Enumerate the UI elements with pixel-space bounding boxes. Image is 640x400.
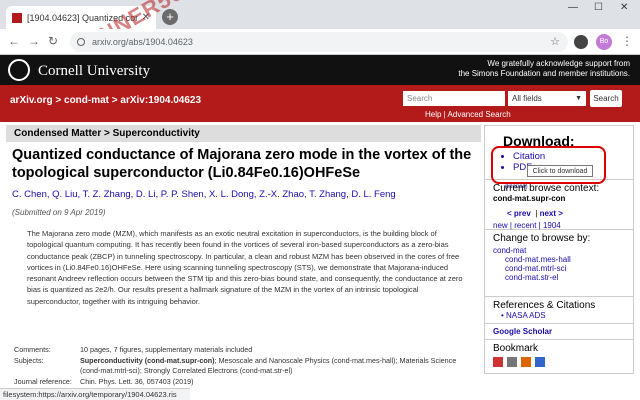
mendeley-icon[interactable] — [507, 357, 517, 367]
bookmark-section: Bookmark — [484, 340, 634, 374]
nasa-ads-label: NASA ADS — [506, 311, 546, 320]
google-scholar-link[interactable]: Google Scholar — [493, 327, 625, 336]
bibsonomy-icon[interactable] — [493, 357, 503, 367]
sciencewise-icon[interactable] — [535, 357, 545, 367]
reload-icon[interactable]: ↻ — [48, 34, 58, 48]
search-input[interactable]: Search — [403, 91, 505, 106]
download-tooltip: Click to download — [527, 165, 593, 177]
cornell-header: Cornell University We gratefully acknowl… — [0, 55, 640, 85]
profile-avatar[interactable]: Bo — [596, 34, 612, 50]
google-scholar-section: Google Scholar — [484, 324, 634, 340]
extension-icon[interactable] — [574, 35, 588, 49]
meta-row-journal: Journal reference: Chin. Phys. Lett. 36,… — [14, 377, 474, 387]
url-text: arxiv.org/abs/1904.04623 — [92, 37, 193, 47]
kebab-menu-icon[interactable]: ⋮ — [621, 34, 633, 48]
breadcrumb[interactable]: arXiv.org > cond-mat > arXiv:1904.04623 — [10, 95, 201, 106]
meta-value: 10 pages, 7 figures, supplementary mater… — [80, 345, 253, 354]
status-bar: filesystem:https://arxiv.org/temporary/1… — [0, 388, 190, 400]
meta-value: Superconductivity (cond-mat.supr-con); M… — [80, 356, 474, 376]
search-button[interactable]: Search — [590, 90, 622, 107]
help-links[interactable]: Help | Advanced Search — [425, 110, 511, 119]
change-link-mtrl-sci[interactable]: cond-mat.mtrl-sci — [493, 264, 625, 273]
change-browse-section: Change to browse by: cond-mat cond-mat.m… — [484, 230, 634, 297]
arxiv-header: arXiv.org > cond-mat > arXiv:1904.04623 … — [0, 85, 640, 122]
ack-line-2: the Simons Foundation and member institu… — [458, 69, 630, 78]
change-link-str-el[interactable]: cond-mat.str-el — [493, 273, 625, 282]
new-tab-button[interactable]: + — [162, 9, 178, 25]
paper-title: Quantized conductance of Majorana zero m… — [12, 147, 472, 181]
change-link-mes-hall[interactable]: cond-mat.mes-hall — [493, 255, 625, 264]
meta-value: Chin. Phys. Lett. 36, 057403 (2019) — [80, 377, 194, 386]
cornell-logo[interactable]: Cornell University — [38, 63, 150, 80]
browse-context-value: cond-mat.supr-con — [493, 194, 566, 203]
abstract: The Majorana zero mode (MZM), which mani… — [27, 229, 463, 306]
paper-authors[interactable]: C. Chen, Q. Liu, T. Z. Zhang, D. Li, P. … — [12, 189, 482, 200]
lock-icon — [77, 38, 85, 46]
submission-date: (Submitted on 9 Apr 2019) — [12, 208, 106, 217]
close-window-icon[interactable]: ✕ — [620, 2, 628, 13]
reddit-icon[interactable] — [521, 357, 531, 367]
acknowledgement: We gratefully acknowledge support from t… — [458, 59, 630, 79]
meta-key: Journal reference: — [14, 377, 72, 386]
address-bar[interactable]: arxiv.org/abs/1904.04623 ☆ — [70, 32, 568, 52]
nasa-ads-link[interactable]: • NASA ADS — [493, 311, 625, 320]
back-icon[interactable]: ← — [8, 34, 20, 48]
cornell-seal-icon — [8, 59, 30, 81]
arxiv-favicon-icon — [12, 12, 22, 23]
next-link[interactable]: next > — [540, 209, 563, 218]
change-link-cond-mat[interactable]: cond-mat — [493, 246, 625, 255]
change-browse-title: Change to browse by: — [493, 233, 591, 244]
meta-key: Subjects: — [14, 356, 44, 365]
bookmark-star-icon[interactable]: ☆ — [550, 32, 560, 52]
browse-context-title: Current browse context: — [493, 183, 600, 194]
chevron-down-icon: ▼ — [575, 95, 582, 102]
browse-links[interactable]: new | recent | 1904 — [493, 221, 625, 230]
browser-toolbar: ← → ↻ arxiv.org/abs/1904.04623 ☆ Bo ⋮ — [0, 29, 640, 55]
meta-row-subjects: Subjects: Superconductivity (cond-mat.su… — [14, 356, 474, 376]
references-title: References & Citations — [493, 300, 596, 311]
prev-link[interactable]: < prev — [507, 209, 531, 218]
meta-key: Comments: — [14, 345, 51, 354]
bookmark-title: Bookmark — [493, 343, 539, 354]
metadata-table: Comments: 10 pages, 7 figures, supplemen… — [14, 345, 474, 388]
minimize-icon[interactable]: — — [568, 2, 578, 13]
maximize-icon[interactable]: ☐ — [594, 2, 603, 13]
primary-subject: Superconductivity (cond-mat.supr-con) — [80, 356, 215, 365]
ack-line-1: We gratefully acknowledge support from — [487, 59, 630, 68]
fields-select[interactable]: All fields ▼ — [508, 91, 586, 106]
tab-title: [1904.04623] Quantized conductanc — [27, 12, 138, 23]
close-tab-icon[interactable]: ✕ — [142, 12, 150, 23]
forward-icon[interactable]: → — [28, 34, 40, 48]
references-section: References & Citations • NASA ADS — [484, 297, 634, 324]
meta-row-comments: Comments: 10 pages, 7 figures, supplemen… — [14, 345, 474, 355]
browser-tab-strip: [1904.04623] Quantized conductanc ✕ + — … — [0, 0, 640, 29]
fields-value: All fields — [512, 94, 542, 103]
browse-context-section: Current browse context: cond-mat.supr-co… — [484, 180, 634, 230]
browser-tab[interactable]: [1904.04623] Quantized conductanc ✕ — [6, 6, 156, 29]
subject-header: Condensed Matter > Superconductivity — [6, 125, 481, 142]
